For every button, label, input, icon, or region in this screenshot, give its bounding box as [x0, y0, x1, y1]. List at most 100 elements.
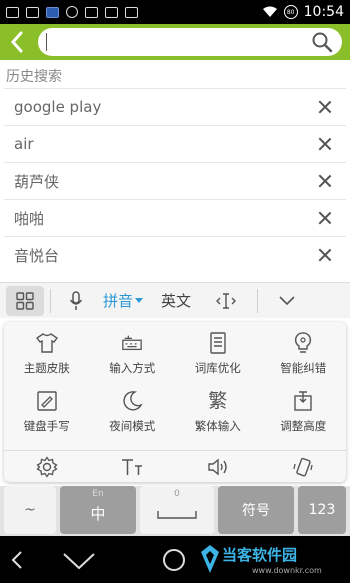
zhong-key-sub: En [92, 489, 104, 499]
chevron-left-icon [11, 551, 22, 569]
number-key-label: 123 [308, 502, 336, 518]
panel-label: 夜间模式 [109, 419, 156, 433]
image-icon [85, 6, 98, 18]
panel-row: 主题皮肤 输入方式 词库优化 智能纠错 [4, 332, 346, 376]
history-title: 历史搜索 [6, 69, 62, 85]
battery-icon: 80 [283, 5, 298, 19]
nav-hide-keyboard-button[interactable] [62, 552, 96, 574]
panel-label: 繁体输入 [194, 419, 241, 433]
lightbulb-icon [292, 332, 314, 354]
document-icon [207, 332, 229, 354]
panel-bottom-row [4, 450, 346, 482]
pinyin-mode-button[interactable]: 拼音 [95, 286, 151, 316]
moon-icon [121, 390, 143, 412]
message-icon [6, 6, 19, 18]
chevron-down-icon [63, 553, 95, 570]
close-icon[interactable] [318, 211, 332, 225]
key-icon [125, 6, 138, 18]
text-size-icon [122, 458, 143, 475]
clock: 10:54 [303, 4, 344, 20]
history-list: google play air 葫芦侠 啪啪 音悦台 [0, 88, 350, 273]
vibrate-icon [293, 457, 313, 477]
history-item-label: google play [14, 98, 102, 116]
microphone-icon [69, 290, 83, 310]
tilde-key[interactable]: ~ [4, 486, 56, 534]
vibration-button[interactable] [261, 451, 347, 482]
gear-icon [36, 455, 58, 478]
search-box[interactable] [38, 28, 342, 56]
history-item[interactable]: google play [4, 88, 346, 125]
cursor-move-icon [216, 292, 236, 309]
dictionary-optimize-button[interactable]: 词库优化 [175, 332, 261, 376]
watermark-logo-icon [201, 545, 219, 573]
close-icon[interactable] [318, 248, 332, 262]
history-item-label: 葫芦侠 [14, 172, 60, 191]
panel-label: 键盘手写 [23, 419, 70, 433]
shirt-icon [35, 332, 58, 354]
close-icon[interactable] [318, 174, 332, 188]
history-item[interactable]: 啪啪 [4, 199, 346, 236]
zhong-key-label: 中 [90, 504, 106, 523]
symbol-key-label: 符号 [242, 503, 270, 519]
keyboard-key-row: ~ En 中 0 符号 123 [0, 486, 350, 536]
font-size-button[interactable] [90, 451, 176, 482]
nav-home-button[interactable] [162, 548, 186, 576]
voice-input-button[interactable] [57, 286, 95, 316]
history-item[interactable]: air [4, 125, 346, 162]
search-header [0, 24, 350, 60]
keyboard-menu-panel: 主题皮肤 输入方式 词库优化 智能纠错 键盘手写 夜间模式 繁 繁体输入 调整高… [4, 322, 346, 482]
settings-button[interactable] [4, 451, 90, 482]
sound-button[interactable] [175, 451, 261, 482]
notification-icons [6, 6, 138, 18]
chevron-down-icon [279, 295, 295, 305]
handwriting-button[interactable]: 键盘手写 [4, 390, 90, 434]
keyboard-icon [121, 332, 143, 354]
night-mode-button[interactable]: 夜间模式 [90, 390, 176, 434]
search-notification-icon [66, 6, 78, 18]
close-icon[interactable] [318, 100, 332, 114]
space-key[interactable]: 0 [140, 486, 214, 534]
history-item-label: 音悦台 [14, 246, 60, 265]
smart-correction-button[interactable]: 智能纠错 [261, 332, 347, 376]
app-badge-icon [46, 6, 59, 18]
watermark-logo [200, 544, 220, 578]
theme-skin-button[interactable]: 主题皮肤 [4, 332, 90, 376]
number-key[interactable]: 123 [298, 486, 346, 534]
space-bar-icon [157, 511, 197, 519]
wifi-icon [262, 6, 277, 17]
handwriting-icon [36, 390, 58, 412]
search-icon[interactable] [310, 30, 334, 54]
english-mode-button[interactable]: 英文 [151, 286, 201, 316]
back-button[interactable] [6, 29, 28, 55]
panel-label: 智能纠错 [280, 361, 327, 375]
collapse-keyboard-button[interactable] [264, 286, 310, 316]
history-item-label: 啪啪 [14, 209, 45, 228]
panel-label: 主题皮肤 [23, 361, 70, 375]
caret-down-icon [135, 297, 143, 303]
watermark-url: www.downkr.com [252, 566, 322, 575]
adjust-height-button[interactable]: 调整高度 [261, 390, 347, 434]
watermark-text: 当客软件园 [222, 546, 298, 564]
menu-grid-button[interactable] [6, 285, 44, 316]
chevron-left-icon [10, 31, 23, 53]
traditional-input-button[interactable]: 繁 繁体输入 [175, 390, 261, 434]
status-bar: 80 10:54 [0, 0, 350, 24]
traditional-chinese-icon: 繁 [208, 390, 228, 412]
history-item[interactable]: 葫芦侠 [4, 162, 346, 199]
panel-label: 输入方式 [109, 361, 156, 375]
history-item[interactable]: 音悦台 [4, 236, 346, 273]
symbol-key[interactable]: 符号 [218, 486, 294, 534]
tilde-key-label: ~ [24, 502, 36, 518]
search-input[interactable] [47, 32, 310, 52]
panel-label: 词库优化 [194, 361, 241, 375]
cursor-move-button[interactable] [201, 286, 251, 316]
input-method-button[interactable]: 输入方式 [90, 332, 176, 376]
english-label: 英文 [160, 292, 191, 310]
zhong-key[interactable]: En 中 [60, 486, 136, 534]
keyboard-toolbar: 拼音 英文 [0, 282, 350, 318]
pinyin-label: 拼音 [102, 292, 133, 310]
space-key-sub: 0 [174, 489, 180, 499]
close-icon[interactable] [318, 137, 332, 151]
resize-icon [292, 390, 314, 412]
nav-back-button[interactable] [10, 550, 24, 574]
